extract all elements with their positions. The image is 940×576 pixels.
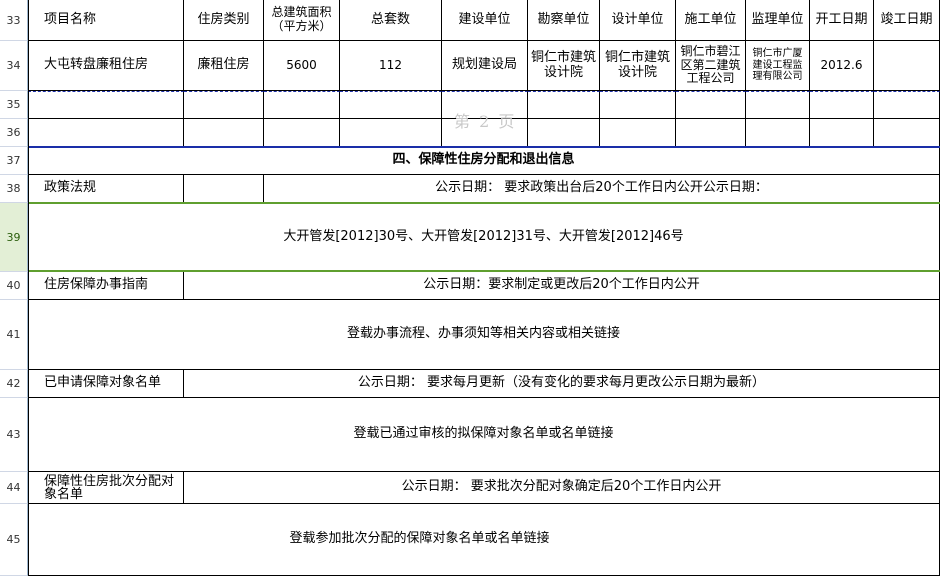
cell-construction-unit[interactable]: 铜仁市碧江区第二建筑工程公司 — [676, 41, 746, 91]
cell-start-date[interactable]: 2012.6 — [810, 41, 874, 91]
selection-border-top — [28, 202, 940, 204]
cell-empty[interactable] — [264, 91, 340, 119]
header-total-units[interactable]: 总套数 — [340, 0, 442, 41]
cell-completion-date[interactable] — [874, 41, 940, 91]
applicants-label[interactable]: 已申请保障对象名单 — [28, 370, 184, 398]
policy-label[interactable]: 政策法规 — [28, 175, 184, 203]
batch-label[interactable]: 保障性住房批次分配对象名单 — [28, 472, 184, 504]
applicants-content[interactable]: 登载已通过审核的拟保障对象名单或名单链接 — [28, 398, 940, 472]
header-supervision-unit[interactable]: 监理单位 — [746, 0, 810, 41]
cell-empty[interactable] — [874, 91, 940, 119]
cell-total-area[interactable]: 5600 — [264, 41, 340, 91]
row-header-41[interactable]: 41 — [0, 300, 28, 370]
row-header-43[interactable]: 43 — [0, 398, 28, 472]
row-header-40[interactable]: 40 — [0, 272, 28, 300]
cell-empty[interactable] — [600, 91, 676, 119]
cell-empty[interactable] — [28, 91, 184, 119]
cell-developer[interactable]: 规划建设局 — [442, 41, 528, 91]
row-header-39[interactable]: 39 — [0, 203, 28, 272]
cell-empty[interactable] — [676, 119, 746, 147]
row-header-42[interactable]: 42 — [0, 370, 28, 398]
cell-design-unit[interactable]: 铜仁市建筑设计院 — [600, 41, 676, 91]
spreadsheet-grid[interactable]: 33 34 35 36 37 38 39 40 41 42 43 44 45 项… — [0, 0, 940, 576]
cell-supervision-unit[interactable]: 铜仁市广厦建设工程监理有限公司 — [746, 41, 810, 91]
cell-empty[interactable] — [746, 91, 810, 119]
guide-content[interactable]: 登载办事流程、办事须知等相关内容或相关链接 — [28, 300, 940, 370]
row-header-33[interactable]: 33 — [0, 0, 28, 41]
page-break-line — [28, 146, 940, 148]
row-header-45[interactable]: 45 — [0, 504, 28, 576]
policy-notice[interactable]: 公示日期： 要求政策出台后20个工作日内公开公示日期： — [264, 175, 940, 203]
cell-empty[interactable] — [810, 119, 874, 147]
batch-content[interactable]: 登载参加批次分配的保障对象名单或名单链接 — [28, 504, 940, 576]
header-developer[interactable]: 建设单位 — [442, 0, 528, 41]
applicants-notice[interactable]: 公示日期： 要求每月更新（没有变化的要求每月更改公示日期为最新） — [184, 370, 940, 398]
header-total-area[interactable]: 总建筑面积（平方米） — [264, 0, 340, 41]
cell-survey-unit[interactable]: 铜仁市建筑设计院 — [528, 41, 600, 91]
header-construction-unit[interactable]: 施工单位 — [676, 0, 746, 41]
cell-empty[interactable] — [184, 91, 264, 119]
row-header-44[interactable]: 44 — [0, 472, 28, 504]
cell-empty[interactable] — [340, 119, 442, 147]
cell-total-units[interactable]: 112 — [340, 41, 442, 91]
header-design-unit[interactable]: 设计单位 — [600, 0, 676, 41]
cell-empty[interactable] — [746, 119, 810, 147]
header-project-name[interactable]: 项目名称 — [28, 0, 184, 41]
header-housing-type[interactable]: 住房类别 — [184, 0, 264, 41]
batch-notice[interactable]: 公示日期： 要求批次分配对象确定后20个工作日内公开 — [184, 472, 940, 504]
cell-empty[interactable] — [528, 91, 600, 119]
guide-label[interactable]: 住房保障办事指南 — [28, 272, 184, 300]
header-start-date[interactable]: 开工日期 — [810, 0, 874, 41]
cell-empty[interactable] — [184, 175, 264, 203]
cell-empty[interactable] — [264, 119, 340, 147]
cell-housing-type[interactable]: 廉租住房 — [184, 41, 264, 91]
cell-empty[interactable] — [528, 119, 600, 147]
section-title[interactable]: 四、保障性住房分配和退出信息 — [28, 147, 940, 175]
row-header-37[interactable]: 37 — [0, 147, 28, 175]
table-left-border — [28, 0, 29, 576]
cell-empty[interactable] — [676, 91, 746, 119]
cell-empty[interactable] — [600, 119, 676, 147]
cell-empty[interactable] — [340, 91, 442, 119]
row-header-38[interactable]: 38 — [0, 175, 28, 203]
header-survey-unit[interactable]: 勘察单位 — [528, 0, 600, 41]
header-completion-date[interactable]: 竣工日期 — [874, 0, 940, 41]
row-header-34[interactable]: 34 — [0, 41, 28, 91]
row-header-36[interactable]: 36 — [0, 119, 28, 147]
cell-empty[interactable] — [184, 119, 264, 147]
guide-notice[interactable]: 公示日期：要求制定或更改后20个工作日内公开 — [184, 272, 940, 300]
row-header-35[interactable]: 35 — [0, 91, 28, 119]
cell-project-name[interactable]: 大屯转盘廉租住房 — [28, 41, 184, 91]
policy-content[interactable]: 大开管发[2012]30号、大开管发[2012]31号、大开管发[2012]46… — [28, 203, 940, 272]
page-watermark: 第 2 页 — [454, 112, 517, 131]
cell-empty[interactable] — [810, 91, 874, 119]
cell-empty[interactable] — [874, 119, 940, 147]
cell-empty[interactable] — [28, 119, 184, 147]
